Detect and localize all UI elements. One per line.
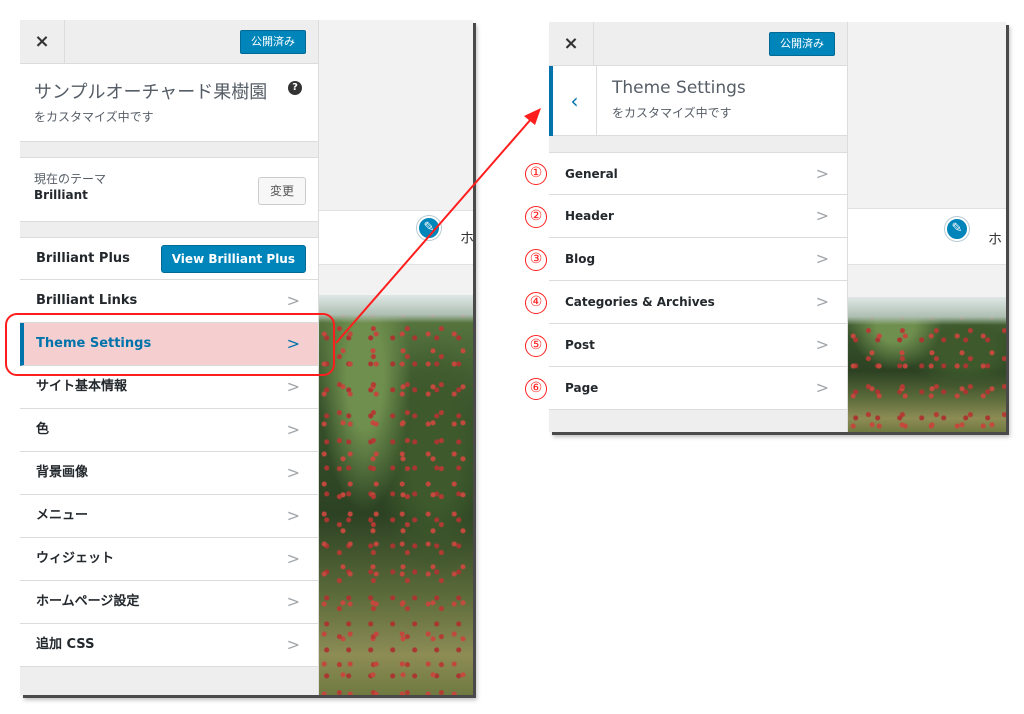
pencil-icon[interactable]: ✎ xyxy=(945,217,969,241)
site-title: サンプルオーチャード果樹園 xyxy=(34,82,268,103)
chevron-right-icon: > xyxy=(815,249,829,268)
customizer-topbar: × 公開済み xyxy=(549,22,847,66)
chevron-right-icon: > xyxy=(286,549,300,568)
section-header: ‹ Theme Settings をカスタマイズ中です xyxy=(549,66,847,136)
annotation-number-3: ③ xyxy=(525,249,547,271)
chevron-right-icon: > xyxy=(815,206,829,225)
pencil-icon[interactable]: ✎ xyxy=(417,216,441,240)
site-preview: ✎ ホ xyxy=(319,20,473,695)
chevron-right-icon: > xyxy=(286,635,300,654)
menu-item-label: Page xyxy=(565,381,599,395)
menu-item-colors[interactable]: 色 > xyxy=(20,409,318,452)
site-title-area: サンプルオーチャード果樹園 ? をカスタマイズ中です xyxy=(20,64,318,142)
annotation-number-1: ① xyxy=(525,163,547,185)
menu-item-categories-archives[interactable]: Categories & Archives > xyxy=(549,281,847,324)
preview-header-bar xyxy=(848,208,1006,265)
customizing-label: をカスタマイズ中です xyxy=(612,106,732,120)
menu-item-label: 色 xyxy=(36,422,50,437)
publish-button[interactable]: 公開済み xyxy=(240,30,306,54)
chevron-right-icon: > xyxy=(286,506,300,525)
menu-item-label: General xyxy=(565,167,618,181)
view-brilliant-plus-button[interactable]: View Brilliant Plus xyxy=(160,245,306,273)
current-theme-name: Brilliant xyxy=(34,188,88,202)
menu-item-widgets[interactable]: ウィジェット > xyxy=(20,538,318,581)
section-title: Theme Settings xyxy=(612,78,746,98)
chevron-right-icon: > xyxy=(815,292,829,311)
menu-item-homepage-settings[interactable]: ホームページ設定 > xyxy=(20,581,318,624)
menu-item-label: Post xyxy=(565,338,595,352)
preview-menu-text: ホ xyxy=(988,232,1002,248)
change-theme-button[interactable]: 変更 xyxy=(258,177,306,205)
preview-menu-text: ホ xyxy=(460,231,473,247)
annotation-number-5: ⑤ xyxy=(525,335,547,357)
menu-item-label: ホームページ設定 xyxy=(36,594,140,609)
menu-item-header[interactable]: Header > xyxy=(549,195,847,238)
back-chevron-icon[interactable]: ‹ xyxy=(549,66,597,136)
menu-item-background-image[interactable]: 背景画像 > xyxy=(20,452,318,495)
menu-item-label: 背景画像 xyxy=(36,465,89,480)
current-theme-caption: 現在のテーマ xyxy=(34,172,107,186)
help-icon[interactable]: ? xyxy=(288,81,302,95)
customizing-label: をカスタマイズ中です xyxy=(34,110,154,124)
menu-item-page[interactable]: Page > xyxy=(549,367,847,410)
chevron-right-icon: > xyxy=(815,164,829,183)
menu-item-label: Header xyxy=(565,209,614,223)
orchard-photo xyxy=(848,297,1006,432)
menu-item-label: 追加 CSS xyxy=(36,637,95,652)
theme-settings-panel-screenshot: × 公開済み ‹ Theme Settings をカスタマイズ中です Gener… xyxy=(549,22,1006,432)
close-icon[interactable]: × xyxy=(549,22,594,66)
brilliant-plus-row: Brilliant Plus View Brilliant Plus xyxy=(20,237,318,280)
menu-item-general[interactable]: General > xyxy=(549,152,847,195)
annotation-number-4: ④ xyxy=(525,292,547,314)
publish-button[interactable]: 公開済み xyxy=(769,32,835,56)
menu-item-label: Blog xyxy=(565,252,596,266)
customizer-sidebar: × 公開済み ‹ Theme Settings をカスタマイズ中です Gener… xyxy=(549,22,848,432)
menu-item-label: ウィジェット xyxy=(36,551,115,566)
orchard-photo xyxy=(319,295,473,695)
menu-item-label: Categories & Archives xyxy=(565,295,715,309)
menu-item-menus[interactable]: メニュー > xyxy=(20,495,318,538)
chevron-right-icon: > xyxy=(286,592,300,611)
current-theme-box: 現在のテーマ Brilliant 変更 xyxy=(20,157,318,222)
brilliant-plus-label: Brilliant Plus xyxy=(36,251,130,266)
close-icon[interactable]: × xyxy=(20,20,65,64)
site-preview: ✎ ホ xyxy=(848,22,1006,432)
menu-item-label: メニュー xyxy=(36,508,89,523)
customizer-topbar: × 公開済み xyxy=(20,20,318,64)
chevron-right-icon: > xyxy=(815,378,829,397)
annotation-number-2: ② xyxy=(525,206,547,228)
chevron-right-icon: > xyxy=(286,420,300,439)
preview-header-bar xyxy=(319,210,473,265)
chevron-right-icon: > xyxy=(815,335,829,354)
menu-item-post[interactable]: Post > xyxy=(549,324,847,367)
theme-settings-highlight xyxy=(5,313,335,376)
menu-item-blog[interactable]: Blog > xyxy=(549,238,847,281)
menu-item-additional-css[interactable]: 追加 CSS > xyxy=(20,624,318,667)
annotation-number-6: ⑥ xyxy=(525,378,547,400)
chevron-right-icon: > xyxy=(286,463,300,482)
